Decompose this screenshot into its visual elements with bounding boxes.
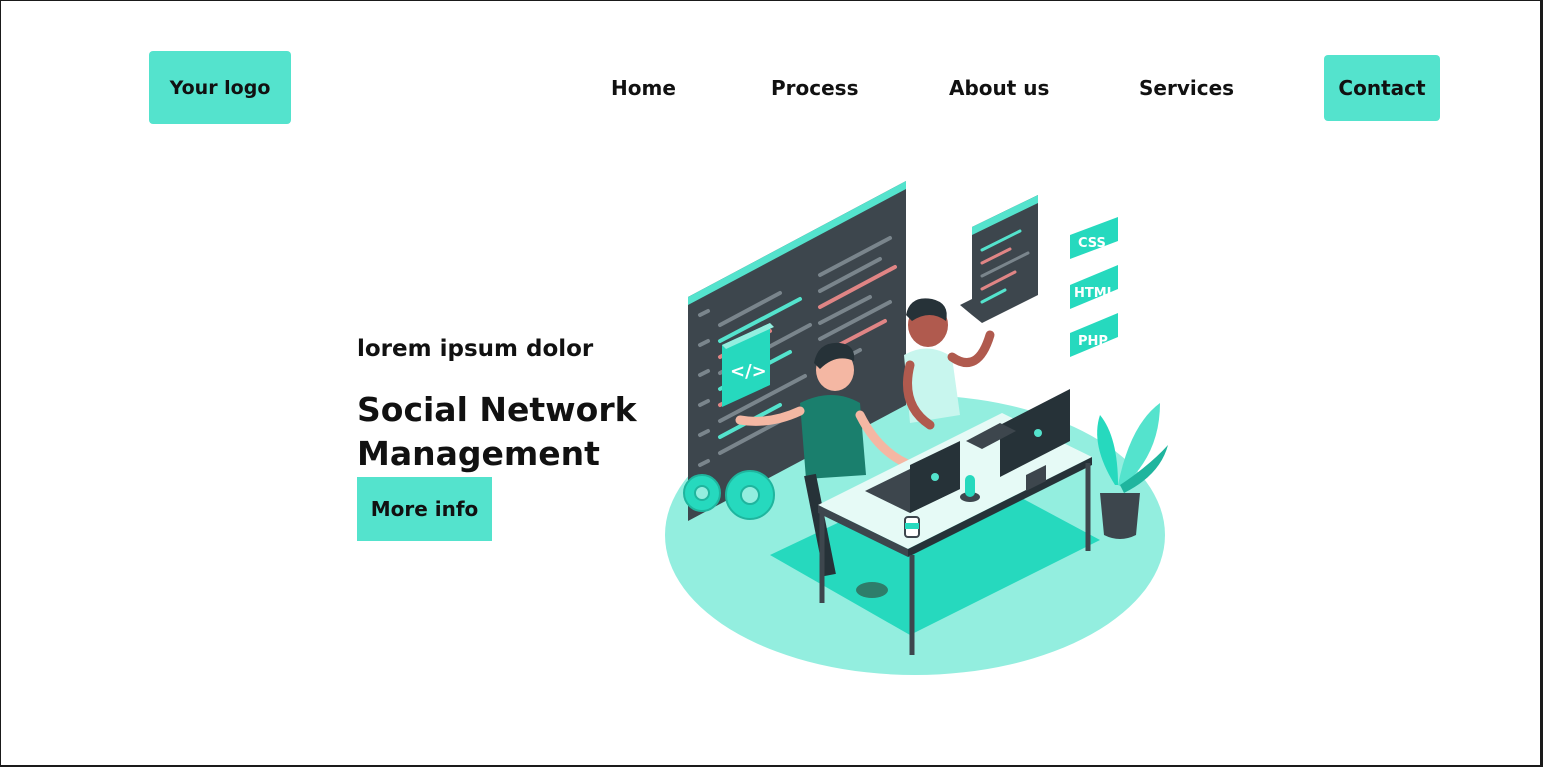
code-glyph: </> <box>730 361 767 382</box>
hero-title: Social Network Management <box>357 388 657 476</box>
contact-button[interactable]: Contact <box>1324 55 1440 121</box>
tag-php: PHP <box>1070 313 1118 357</box>
tag-html: HTML <box>1070 265 1118 309</box>
hero-title-line2: Management <box>357 434 600 473</box>
developers-illustration: </> CSS HTML PHP <box>665 181 1168 675</box>
hero-eyebrow: lorem ipsum dolor <box>357 336 594 362</box>
tag-html-label: HTML <box>1074 286 1115 301</box>
tag-css: CSS <box>1070 217 1118 259</box>
tag-css-label: CSS <box>1078 236 1106 251</box>
logo[interactable]: Your logo <box>149 51 291 124</box>
coffee-cup <box>904 516 920 538</box>
contact-button-label: Contact <box>1338 76 1426 100</box>
small-code-panel <box>960 195 1038 323</box>
nav-process[interactable]: Process <box>771 76 859 100</box>
nav-home[interactable]: Home <box>611 76 676 100</box>
tag-php-label: PHP <box>1078 334 1108 349</box>
more-info-label: More info <box>370 497 479 521</box>
nav-services[interactable]: Services <box>1139 76 1234 100</box>
hero-title-line1: Social Network <box>357 390 637 429</box>
more-info-button[interactable]: More info <box>357 477 492 541</box>
logo-label: Your logo <box>169 76 271 99</box>
nav-about-us[interactable]: About us <box>949 76 1049 100</box>
